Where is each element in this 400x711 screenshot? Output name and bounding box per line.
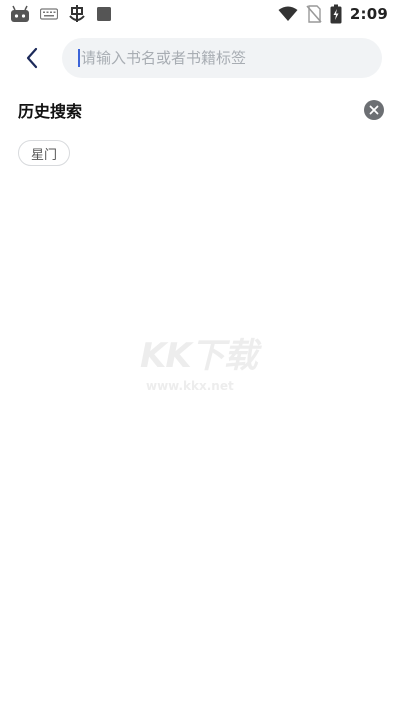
chevron-left-icon [26, 47, 38, 69]
watermark-logo: KK下载 [140, 336, 258, 376]
watermark-url: www.kkx.net [146, 379, 234, 393]
history-header: 历史搜索 [18, 98, 384, 122]
status-time: 2:09 [349, 5, 388, 23]
status-bar-right: 2:09 [278, 4, 388, 24]
text-cursor [78, 49, 80, 67]
search-input[interactable] [81, 38, 361, 78]
bug-icon [68, 4, 86, 24]
wifi-icon [278, 6, 298, 22]
status-bar: 2:09 [0, 0, 400, 28]
search-header [0, 38, 400, 78]
keyboard-icon [40, 8, 58, 20]
history-tag-list: 星门 [18, 140, 71, 166]
status-bar-left [10, 4, 112, 24]
android-icon [10, 5, 30, 23]
history-tag[interactable]: 星门 [18, 140, 71, 166]
battery-charging-icon [330, 4, 342, 24]
search-screen: 2:09 历史搜索 星门 KK下载 www.kkx.net [0, 0, 400, 711]
history-title: 历史搜索 [18, 102, 83, 121]
square-icon [96, 6, 112, 22]
back-button[interactable] [18, 44, 46, 72]
close-icon [369, 105, 379, 115]
search-box[interactable] [62, 38, 382, 78]
watermark: KK下载 www.kkx.net [140, 328, 270, 393]
clear-history-button[interactable] [364, 100, 384, 120]
no-sim-icon [306, 5, 322, 23]
